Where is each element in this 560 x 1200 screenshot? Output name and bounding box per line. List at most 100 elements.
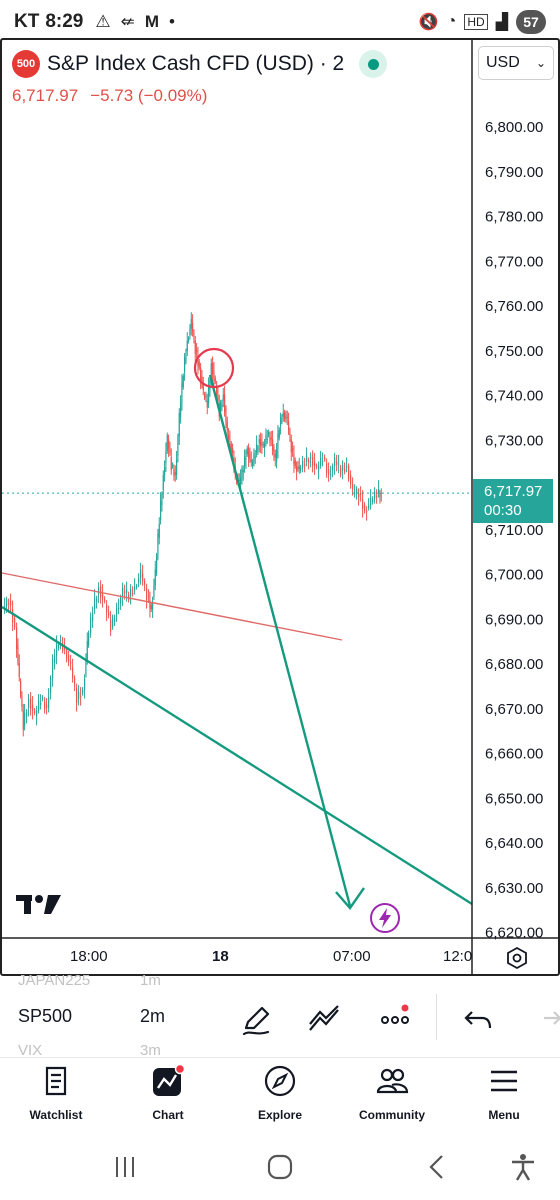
candle — [22, 710, 24, 730]
candle — [269, 436, 271, 442]
candle — [245, 458, 247, 461]
candle — [158, 523, 160, 538]
symbol-list-item[interactable]: JAPAN225 1m — [18, 972, 188, 989]
candle — [273, 446, 275, 455]
symbol-header[interactable]: 500 S&P Index Cash CFD (USD) · 2 — [12, 50, 388, 78]
red-trend-line — [1, 572, 343, 641]
pen-icon[interactable] — [238, 1002, 274, 1038]
candle — [72, 667, 74, 678]
price-change: −5.73 (−0.09%) — [90, 86, 208, 105]
recents-icon[interactable] — [110, 1152, 140, 1182]
candle — [40, 702, 42, 705]
candle — [188, 338, 190, 341]
candle — [290, 439, 292, 453]
candle — [379, 492, 381, 497]
bottom-navigation: Watchlist Chart Explore Community Menu — [0, 1058, 560, 1130]
nav-watchlist[interactable]: Watchlist — [0, 1058, 112, 1130]
candle — [253, 453, 255, 462]
candle — [90, 617, 92, 634]
candle — [380, 492, 382, 494]
candle — [142, 573, 144, 581]
candle — [360, 492, 362, 495]
undo-icon[interactable] — [460, 1002, 496, 1038]
market-open-icon[interactable] — [359, 50, 388, 78]
candle — [289, 430, 291, 436]
price-axis-label: 6,640.00 — [485, 835, 543, 852]
home-icon[interactable] — [265, 1152, 295, 1182]
candle — [296, 466, 298, 472]
candle — [30, 698, 32, 709]
accessibility-icon[interactable] — [508, 1152, 538, 1182]
watchlist-icon — [45, 1066, 67, 1096]
candle — [370, 497, 372, 505]
candle — [182, 376, 184, 388]
candle — [174, 472, 176, 476]
candle — [193, 331, 195, 337]
candle — [214, 378, 216, 382]
symbol-list-item-active[interactable]: SP500 2m — [18, 1006, 188, 1027]
candle — [262, 444, 264, 446]
candle — [342, 465, 344, 471]
symbol-title[interactable]: S&P Index Cash CFD (USD) · 2 — [47, 52, 344, 76]
candle — [318, 466, 320, 471]
signal-icon: ▟ — [495, 14, 508, 31]
candle — [222, 394, 224, 401]
candle — [200, 367, 202, 381]
nav-community[interactable]: Community — [336, 1058, 448, 1130]
candle — [316, 466, 318, 468]
back-icon[interactable] — [422, 1152, 452, 1182]
redo-icon[interactable] — [530, 1002, 560, 1038]
quote-row: 6,717.97 −5.73 (−0.09%) — [12, 86, 207, 106]
candle — [372, 498, 374, 502]
candle — [348, 466, 350, 480]
candle — [328, 469, 330, 476]
warning-icon: ⚠ — [95, 12, 111, 31]
more-icon[interactable] — [378, 1002, 414, 1038]
nav-chart[interactable]: Chart — [112, 1058, 224, 1130]
candle — [322, 461, 324, 463]
candle — [136, 586, 138, 588]
candle — [229, 439, 231, 441]
candle — [126, 590, 128, 593]
candle — [186, 340, 188, 352]
candle — [314, 461, 316, 467]
candle — [213, 370, 215, 379]
mute-icon: 🔇 — [418, 14, 439, 31]
axis-settings-icon[interactable] — [505, 946, 529, 970]
trend-line-icon[interactable] — [306, 1002, 342, 1038]
candle — [261, 442, 263, 446]
candle — [21, 695, 23, 707]
currency-select[interactable]: USD ⌄ — [478, 46, 554, 80]
nav-explore[interactable]: Explore — [224, 1058, 336, 1130]
symbol-list-item[interactable]: VIX 3m — [18, 1042, 188, 1059]
candle — [148, 595, 150, 597]
system-navigation — [0, 1140, 560, 1200]
lightning-icon[interactable] — [369, 902, 401, 934]
candle — [165, 451, 167, 464]
candle — [194, 340, 196, 354]
candle — [280, 417, 282, 426]
price-axis-label: 6,760.00 — [485, 298, 543, 315]
candle — [242, 470, 244, 473]
candle — [48, 696, 50, 708]
nav-menu[interactable]: Menu — [448, 1058, 560, 1130]
symbol-switcher[interactable]: JAPAN225 1m SP500 2m VIX 3m — [18, 972, 188, 1059]
candle — [366, 510, 368, 512]
candle — [58, 644, 60, 649]
candle — [205, 396, 207, 398]
candle — [338, 463, 340, 465]
candle — [112, 617, 114, 628]
price-axis-label: 6,650.00 — [485, 790, 543, 807]
candle — [310, 457, 312, 459]
candle — [224, 394, 226, 412]
candle — [96, 598, 98, 602]
candle — [265, 435, 267, 444]
candle — [304, 464, 306, 466]
candle — [98, 586, 100, 595]
candle — [184, 357, 186, 373]
candle — [153, 585, 155, 598]
candle — [244, 456, 246, 467]
candle — [162, 475, 164, 490]
candle — [226, 421, 228, 431]
candle — [336, 461, 338, 465]
